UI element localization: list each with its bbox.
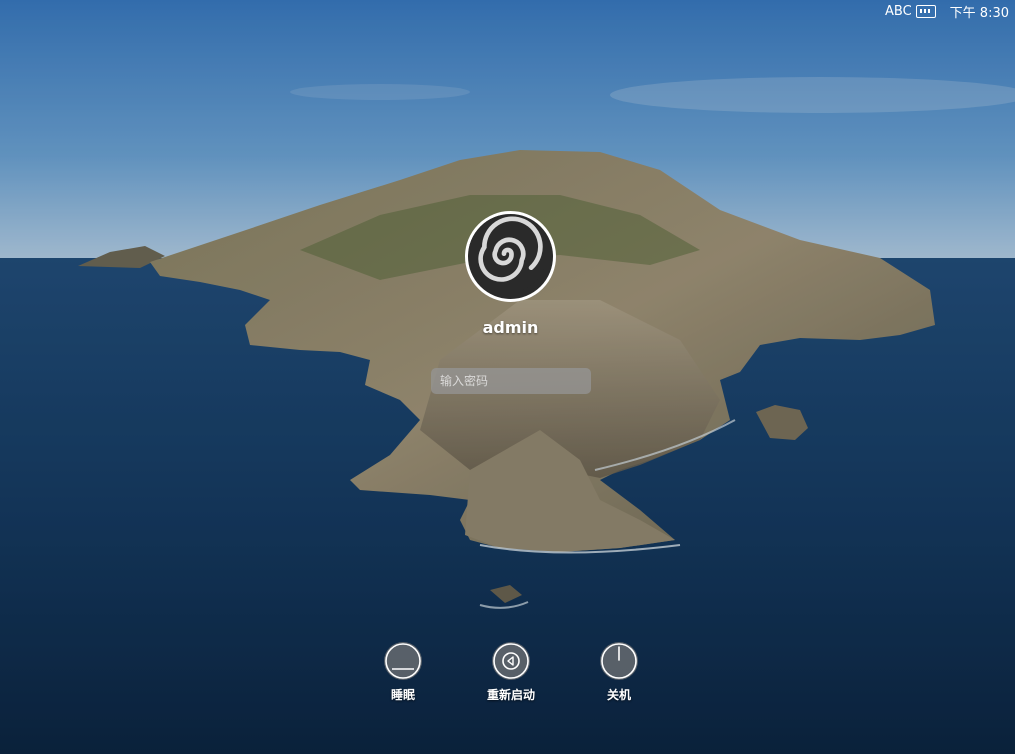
sleep-icon [384,642,422,680]
username: admin [482,318,539,337]
restart-icon [492,642,530,680]
shutdown-button[interactable]: 关机 [579,642,659,703]
keyboard-icon [915,4,936,18]
sleep-button[interactable]: 睡眠 [363,642,443,703]
shutdown-label: 关机 [606,688,631,702]
menu-bar: ABC 下午 8:30 [885,0,1015,22]
power-icon [600,642,638,680]
user-account: admin [463,211,558,337]
swirl-avatar-icon[interactable] [465,211,556,302]
clock: 下午 8:30 [949,5,1009,21]
restart-label: 重新启动 [486,688,535,702]
sleep-label: 睡眠 [390,688,415,702]
password-input[interactable] [431,368,591,394]
power-controls: 睡眠 重新启动 关机 [0,642,1015,702]
input-source-menu[interactable]: ABC [885,4,936,19]
login-screen: ABC 下午 8:30 admin 睡眠 重新启动 关机 [0,0,1015,754]
input-source-label: ABC [885,3,912,19]
restart-button[interactable]: 重新启动 [471,642,551,703]
